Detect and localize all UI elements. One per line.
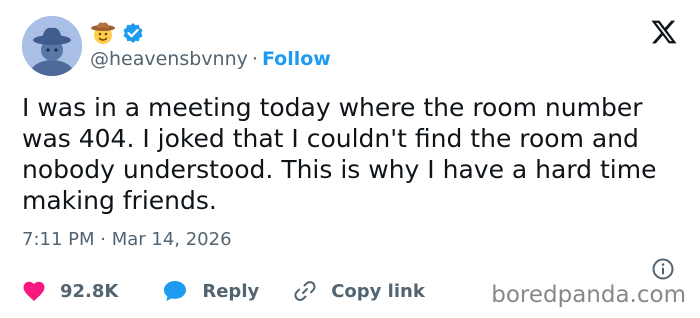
like-count: 92.8K <box>60 280 119 302</box>
heart-icon <box>23 281 45 301</box>
action-bar: 92.8K Reply Copy link <box>22 276 425 306</box>
x-logo-icon[interactable] <box>650 18 678 46</box>
divider <box>22 268 678 269</box>
verified-badge-icon <box>123 23 143 43</box>
handle-row: @heavensbvnny · Follow <box>90 46 331 72</box>
user-handle[interactable]: @heavensbvnny <box>90 48 248 70</box>
watermark: boredpanda.com <box>491 282 686 308</box>
reply-button[interactable]: Reply <box>162 279 259 303</box>
tweet-card: @heavensbvnny · Follow I was in a meeting … <box>0 0 700 318</box>
reply-label: Reply <box>202 280 260 302</box>
cowboy-hat-face-icon <box>91 22 115 44</box>
display-name-row <box>90 20 144 46</box>
separator-dot: · <box>251 48 258 70</box>
avatar[interactable] <box>22 16 82 76</box>
tweet-timestamp[interactable]: 7:11 PM · Mar 14, 2026 <box>22 228 232 252</box>
link-icon <box>294 281 316 301</box>
follow-button[interactable]: Follow <box>262 48 331 70</box>
like-button[interactable]: 92.8K <box>22 280 118 302</box>
tweet-text: I was in a meeting today where the room … <box>22 93 657 215</box>
info-icon[interactable] <box>651 257 675 281</box>
copy-link-label: Copy link <box>331 280 425 302</box>
speech-bubble-icon <box>164 281 187 301</box>
copy-link-button[interactable]: Copy link <box>293 279 425 303</box>
cowboy-avatar-icon <box>22 16 82 76</box>
